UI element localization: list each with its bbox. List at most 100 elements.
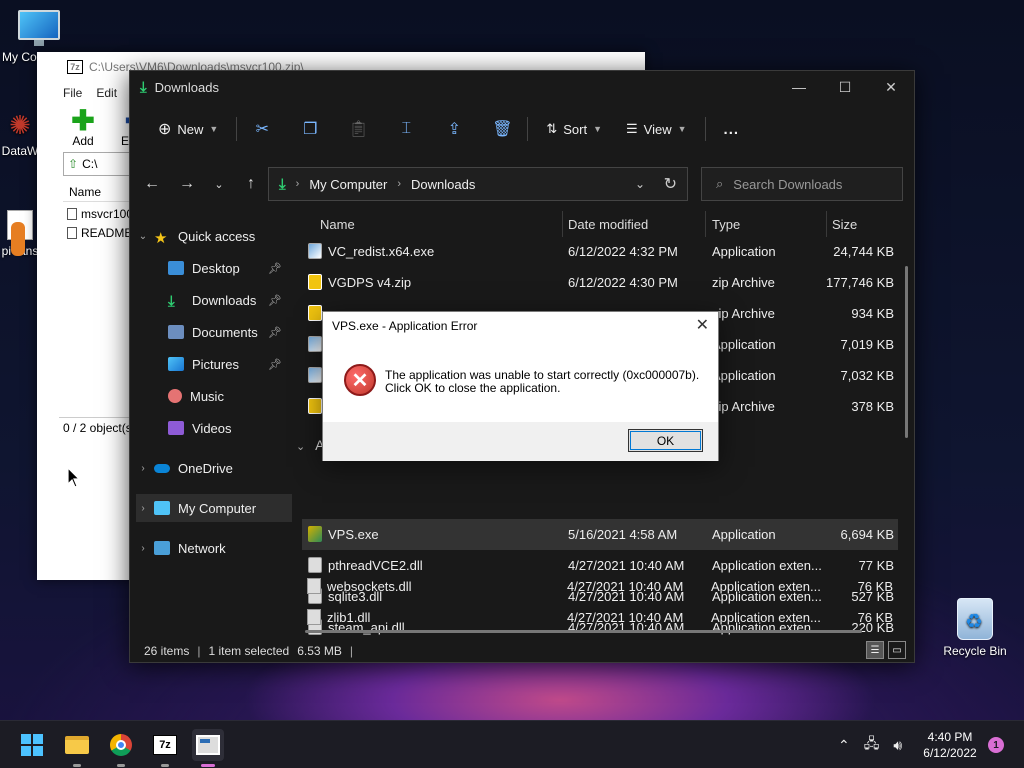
chevron-right-icon[interactable]: › [136,503,150,514]
pin-icon[interactable]: 📌︎ [268,326,282,339]
nav-label: My Computer [178,500,257,516]
column-type[interactable]: Type [712,217,740,232]
rename-icon[interactable]: ⌶ [391,113,421,145]
table-row[interactable]: websockets.dll 4/27/2021 10:40 AM Applic… [301,571,897,602]
search-input[interactable]: ⌕ Search Downloads [701,167,903,201]
more-options-button[interactable]: ... [716,113,748,145]
up-folder-icon[interactable]: ⇧ [68,157,78,171]
application-error-dialog[interactable]: VPS.exe - Application Error ✕ ✕ The appl… [322,311,719,461]
desktop-icon-dataw[interactable]: ✺ DataW [0,110,40,158]
chevron-right-icon: › [295,178,300,190]
chrome-icon [110,734,132,756]
view-toggle: ☰ ▭ [866,641,906,659]
add-button[interactable]: ✚ Add [63,104,103,149]
file-type: Application [712,244,776,259]
file-date: 5/16/2021 4:58 AM [568,527,678,542]
nav-network[interactable]: › Network [136,534,292,562]
copy-icon[interactable]: ❐ [295,113,325,145]
file-date: 4/27/2021 10:40 AM [567,579,684,594]
nav-documents[interactable]: Documents 📌︎ [168,318,286,346]
nav-music[interactable]: Music [168,382,286,410]
command-bar: ⊕ New ▼ ✂ ❐ 📋︎ ⌶ ⇪ 🗑︎ ⇅ Sort ▼ ☰ View ▼ … [130,111,914,147]
paste-icon[interactable]: 📋︎ [343,113,373,145]
navigation-row: ← → ⌄ ↑ ⤓ › My Computer › Downloads ⌄ ↻ … [130,167,914,201]
chevron-up-icon[interactable]: ⌃ [838,737,850,754]
breadcrumb-my-computer[interactable]: My Computer [309,177,387,192]
sort-button[interactable]: ⇅ Sort ▼ [538,113,610,145]
nav-quick-access[interactable]: ⌄ ★ Quick access [136,222,292,250]
nav-my-computer[interactable]: › My Computer [136,494,292,522]
group-header[interactable]: ⌄ A [296,437,324,453]
horizontal-scrollbar[interactable] [305,630,862,633]
recent-chevron-icon[interactable]: ⌄ [203,178,235,191]
ok-button[interactable]: OK [628,429,703,452]
cut-icon[interactable]: ✂ [247,113,277,145]
details-view-icon[interactable]: ☰ [866,641,884,659]
taskbar-vps-app[interactable] [192,729,224,767]
volume-icon[interactable]: 🔊︎ [893,737,902,754]
close-icon[interactable]: ✕ [696,315,709,335]
download-arrow-icon: ⤓ [168,293,175,310]
divider [236,117,238,141]
chevron-down-icon: ▼ [677,124,687,134]
file-name: VPS.exe [328,527,379,542]
taskbar-7zip[interactable]: 7z [149,729,181,767]
nav-onedrive[interactable]: › OneDrive [136,454,292,482]
share-icon[interactable]: ⇪ [439,113,469,145]
pin-icon[interactable]: 📌︎ [268,358,282,371]
start-button[interactable] [16,729,48,761]
pin-icon[interactable]: 📌︎ [268,262,282,275]
menu-edit[interactable]: Edit [96,86,117,100]
notification-badge[interactable]: 1 [988,737,1004,753]
clock[interactable]: 4:40 PM 6/12/2022 [912,729,988,761]
file-date: 6/12/2022 4:32 PM [568,244,678,259]
column-date-modified[interactable]: Date modified [568,217,648,232]
up-arrow-icon[interactable]: ↑ [235,175,267,193]
list-item[interactable]: msvcr100 [67,207,133,221]
chevron-down-icon[interactable]: ⌄ [635,177,645,191]
music-icon [168,389,182,403]
nav-pictures[interactable]: Pictures 📌︎ [168,350,286,378]
window-controls: — ☐ ✕ [776,71,914,103]
breadcrumb-downloads[interactable]: Downloads [411,177,475,192]
file-size: 378 KB [851,399,894,414]
delete-icon[interactable]: 🗑︎ [487,113,517,145]
close-icon[interactable]: ✕ [868,71,914,103]
nav-label: Documents [192,324,258,340]
vertical-scrollbar[interactable] [905,266,908,438]
tiles-view-icon[interactable]: ▭ [888,641,906,659]
desktop-icon-recycle-bin[interactable]: Recycle Bin [938,598,1012,658]
column-name[interactable]: Name [320,217,355,232]
view-button[interactable]: ☰ View ▼ [618,113,695,145]
table-row[interactable]: zlib1.dll 4/27/2021 10:40 AM Application… [301,602,897,626]
table-row[interactable]: VC_redist.x64.exe 6/12/2022 4:32 PM Appl… [302,236,898,267]
windows-logo-icon [21,734,43,756]
cloud-icon [154,463,170,473]
column-size[interactable]: Size [832,217,857,232]
list-item[interactable]: README [67,226,132,240]
chevron-right-icon[interactable]: › [136,463,150,474]
refresh-icon[interactable]: ↻ [664,174,677,194]
taskbar-file-explorer[interactable] [61,729,93,767]
chevron-right-icon[interactable]: › [136,543,150,554]
nav-desktop[interactable]: Desktop 📌︎ [168,254,286,282]
new-button[interactable]: ⊕ New ▼ [150,113,226,145]
maximize-icon[interactable]: ☐ [822,71,868,103]
file-type: Application exten... [711,579,821,594]
table-row[interactable]: VGDPS v4.zip 6/12/2022 4:30 PM zip Archi… [302,267,898,298]
taskbar-chrome[interactable] [105,729,137,767]
table-row[interactable]: VPS.exe 5/16/2021 4:58 AM Application 6,… [302,519,898,550]
forward-arrow-icon[interactable]: → [171,175,203,193]
network-icon[interactable]: 🖧︎ [864,733,880,757]
menu-file[interactable]: File [63,86,82,100]
nav-label: OneDrive [178,460,233,476]
back-arrow-icon[interactable]: ← [136,175,168,193]
file-date: 4/27/2021 10:40 AM [567,610,684,625]
nav-videos[interactable]: Videos [168,414,286,442]
chevron-down-icon[interactable]: ⌄ [136,231,150,242]
minimize-icon[interactable]: — [776,71,822,103]
selected-size: 6.53 MB [297,644,342,658]
pin-icon[interactable]: 📌︎ [268,294,282,307]
nav-downloads[interactable]: ⤓ Downloads 📌︎ [168,286,286,314]
address-bar[interactable]: ⤓ › My Computer › Downloads ⌄ ↻ [268,167,688,201]
